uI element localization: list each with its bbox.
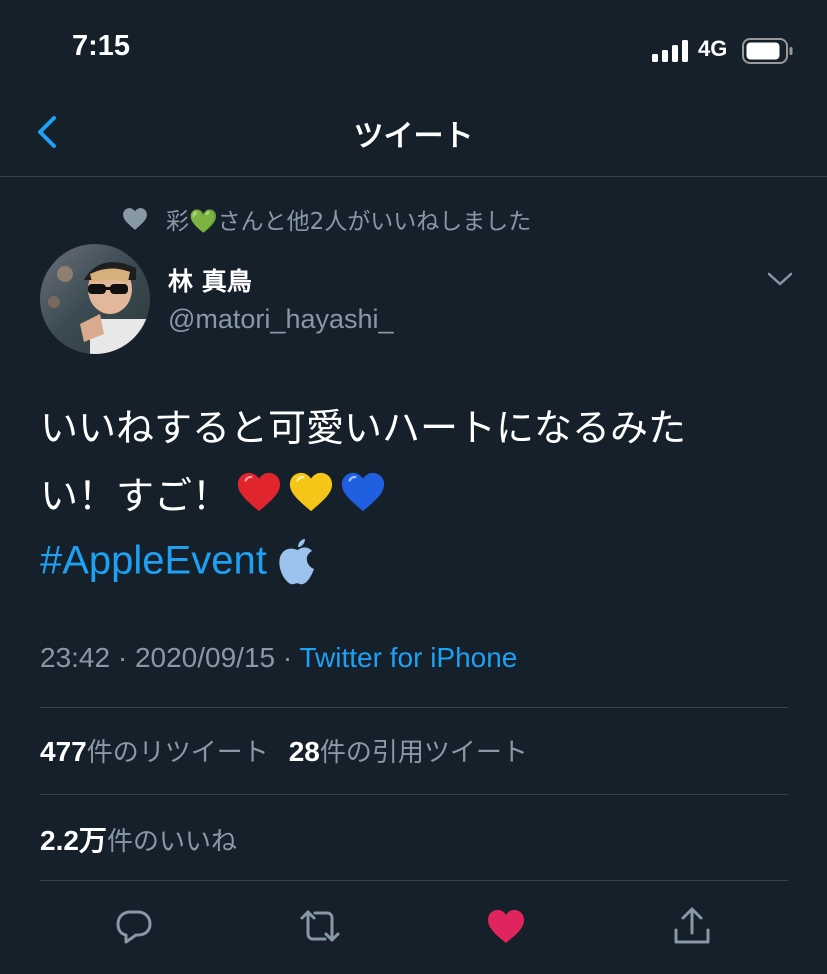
hashtag-line: #AppleEvent <box>40 535 319 587</box>
tweet-date: 2020/09/15 <box>134 642 276 673</box>
liked-heart-icon <box>123 208 147 230</box>
stats-divider-top <box>40 707 788 708</box>
network-type: 4G <box>698 36 728 61</box>
tweet-text-line-1: いいねすると可愛いハートになるみた <box>40 406 687 450</box>
like-button[interactable] <box>484 904 528 948</box>
retweet-button[interactable] <box>298 904 342 948</box>
likes-label: 件のいいね <box>106 827 237 857</box>
tweet-text-line-2-text: い！すご！ <box>40 474 231 518</box>
hashtag-link[interactable]: #AppleEvent <box>40 539 267 583</box>
signal-strength-icon <box>652 40 688 62</box>
tweet-source-link[interactable]: Twitter for iPhone <box>300 642 518 673</box>
battery-icon <box>742 38 793 64</box>
tweet-text-line-2: い！すご！ <box>40 468 800 524</box>
retweets-stat[interactable]: 477件のリツイート <box>40 736 269 768</box>
retweets-label: 件のリツイート <box>86 738 269 768</box>
display-name[interactable]: 林 真鳥 <box>168 262 252 298</box>
share-button[interactable] <box>670 904 714 948</box>
tweet-time: 23:42 <box>40 642 111 673</box>
quotes-label: 件の引用ツイート <box>319 738 528 768</box>
quote-tweets-stat[interactable]: 28件の引用ツイート <box>288 736 528 768</box>
tweet-text: いいねすると可愛いハートになるみた い！すご！ <box>40 400 800 524</box>
stats-divider-bottom <box>40 880 788 881</box>
meta-separator: · <box>275 642 300 673</box>
share-icon <box>674 907 710 944</box>
like-icon <box>488 910 524 943</box>
likes-stat[interactable]: 2.2万件のいいね <box>40 825 237 857</box>
back-chevron-icon[interactable] <box>34 112 64 152</box>
page-title: ツイート <box>353 119 474 154</box>
likes-count: 2.2万 <box>40 825 107 856</box>
chevron-down-icon[interactable] <box>765 268 795 290</box>
stats-divider-middle <box>40 794 788 795</box>
tweet-meta: 23:42 · 2020/09/15 · Twitter for iPhone <box>40 642 517 674</box>
yellow-heart-icon <box>288 469 334 515</box>
quotes-count: 28 <box>288 736 320 767</box>
retweets-count: 477 <box>40 736 87 767</box>
blue-heart-icon <box>340 469 386 515</box>
retweet-icon <box>300 910 340 942</box>
apple-logo-icon <box>275 535 319 587</box>
likes-stats-row: 2.2万件のいいね <box>40 819 257 859</box>
avatar[interactable] <box>40 244 150 354</box>
red-heart-icon <box>236 469 282 515</box>
engagement-stats-row: 477件のリツイート 28件の引用ツイート <box>40 732 548 769</box>
status-time: 7:15 <box>72 30 131 62</box>
meta-separator: · <box>110 642 135 673</box>
social-context-text[interactable]: 彩💚さんと他2人がいいねしました <box>166 202 531 236</box>
nav-divider <box>0 176 827 177</box>
reply-button[interactable] <box>112 904 156 948</box>
user-handle[interactable]: @matori_hayashi_ <box>168 304 394 335</box>
reply-icon <box>116 910 152 944</box>
